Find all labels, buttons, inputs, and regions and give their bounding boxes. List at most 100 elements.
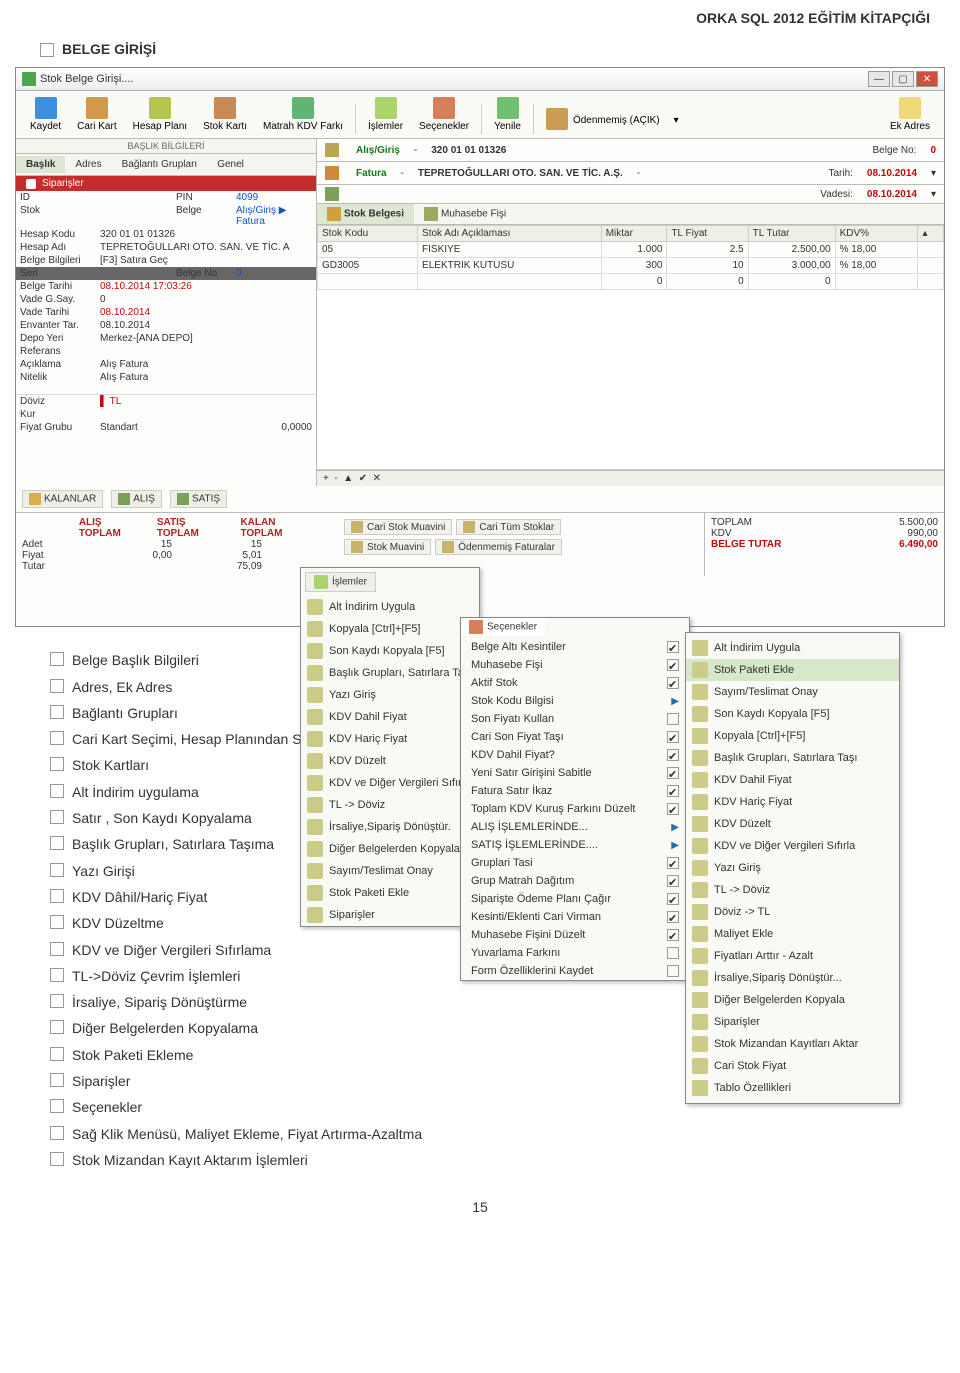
menu-item[interactable]: İrsaliye,Sipariş Dönüştür...	[686, 967, 899, 989]
menu-item[interactable]: Fiyatları Arttır - Azalt	[686, 945, 899, 967]
menu-item[interactable]: Grup Matrah Dağıtım✔	[461, 872, 689, 890]
table-row[interactable]: GD3005ELEKTRIK KUTUSU300103.000,00% 18,0…	[318, 258, 944, 274]
menu-item[interactable]: Döviz -> TL	[686, 901, 899, 923]
menu-item[interactable]: Başlık Grupları, Satırlara Taşı	[686, 747, 899, 769]
menu-item[interactable]: İrsaliye,Sipariş Dönüştür.	[301, 816, 479, 838]
col-header[interactable]: Stok Adı Açıklaması	[418, 226, 602, 242]
menu-item[interactable]: KDV ve Diğer Vergileri Sıfırla	[301, 772, 479, 794]
menu-item[interactable]: KDV Dahil Fiyat?✔	[461, 746, 689, 764]
menu-item[interactable]: Cari Son Fiyat Taşı✔	[461, 728, 689, 746]
grid-footer-controls[interactable]: + - ▲ ✔ ✕	[317, 470, 944, 486]
menu-item[interactable]: Stok Paketi Ekle	[686, 659, 899, 681]
sort-icon[interactable]: ▴	[918, 226, 944, 242]
bottom-tab-satis[interactable]: SATIŞ	[170, 490, 227, 508]
tb-islemler[interactable]: İşlemler	[360, 95, 411, 134]
tab-baslik[interactable]: Başlık	[16, 156, 65, 173]
menu-item[interactable]: Son Kaydı Kopyala [F5]	[686, 703, 899, 725]
tool-icon[interactable]	[325, 187, 339, 201]
menu-item[interactable]: Stok Paketi Ekle	[301, 882, 479, 904]
menu-item[interactable]: Cari Stok Fiyat	[686, 1055, 899, 1077]
menu-item[interactable]: Fatura Satır İkaz✔	[461, 782, 689, 800]
menu-item[interactable]: Form Özelliklerini Kaydet	[461, 962, 689, 980]
menu-item[interactable]: Muhasebe Fişini Düzelt✔	[461, 926, 689, 944]
menu-item[interactable]: Gruplari Tasi✔	[461, 854, 689, 872]
col-header[interactable]: TL Tutar	[748, 226, 835, 242]
menu-item[interactable]: KDV Hariç Fiyat	[301, 728, 479, 750]
menu-item[interactable]: Alt İndirim Uygula	[686, 637, 899, 659]
bottom-tab-alis[interactable]: ALIŞ	[111, 490, 162, 508]
col-header[interactable]: TL Fiyat	[667, 226, 748, 242]
menu-item[interactable]: Sayım/Teslimat Onay	[301, 860, 479, 882]
tb-odenmemis[interactable]: Ödenmemiş (AÇIK)▾	[538, 106, 687, 134]
bullet-box	[50, 1152, 64, 1166]
menu-item[interactable]: Alt İndirim Uygula	[301, 596, 479, 618]
menu-item[interactable]: KDV ve Diğer Vergileri Sıfırla	[686, 835, 899, 857]
tb-cari-kart[interactable]: Cari Kart	[69, 95, 124, 134]
minimize-button[interactable]: —	[868, 71, 890, 87]
menu-item[interactable]: Diğer Belgelerden Kopyala	[301, 838, 479, 860]
menu-icon	[692, 992, 708, 1008]
tab-stokbelgesi[interactable]: Stok Belgesi	[317, 204, 414, 224]
menu-item[interactable]: KDV Dahil Fiyat	[686, 769, 899, 791]
maximize-button[interactable]: ▢	[892, 71, 914, 87]
menu-item[interactable]: TL -> Döviz	[301, 794, 479, 816]
tb-yenile[interactable]: Yenile	[486, 95, 529, 134]
tb-secenekler[interactable]: Seçenekler	[411, 95, 477, 134]
tab-baglanti[interactable]: Bağlantı Grupları	[112, 156, 208, 173]
menu-item[interactable]: Başlık Grupları, Satırlara Taşı	[301, 662, 479, 684]
menu-item[interactable]: Kopyala [Ctrl]+[F5]	[686, 725, 899, 747]
menu-item[interactable]: Siparişler	[686, 1011, 899, 1033]
orders-bar[interactable]: Siparişler	[16, 176, 316, 191]
stock-table[interactable]: Stok KoduStok Adı AçıklamasıMiktarTL Fiy…	[317, 225, 944, 290]
tb-matrah-kdv[interactable]: Matrah KDV Farkı	[255, 95, 351, 134]
menu-item[interactable]: KDV Düzelt	[686, 813, 899, 835]
menu-item[interactable]: KDV Dahil Fiyat	[301, 706, 479, 728]
bullet-box	[50, 1020, 64, 1034]
tb-hesap-plani[interactable]: Hesap Planı	[125, 95, 195, 134]
menu-item[interactable]: Tablo Özellikleri	[686, 1077, 899, 1099]
action-chip[interactable]: Stok Muavini	[344, 539, 431, 555]
menu-islemler-button[interactable]: İşlemler	[305, 572, 376, 592]
menu-item[interactable]: Muhasebe Fişi✔	[461, 656, 689, 674]
table-row[interactable]: 05FISKIYE1.0002.52.500,00% 18,00	[318, 242, 944, 258]
menu-item[interactable]: Yeni Satır Girişini Sabitle✔	[461, 764, 689, 782]
menu-secenekler-button[interactable]: Seçenekler	[461, 618, 545, 636]
col-header[interactable]: Miktar	[601, 226, 667, 242]
table-row[interactable]: 000	[318, 274, 944, 290]
menu-item[interactable]: Diğer Belgelerden Kopyala	[686, 989, 899, 1011]
menu-item[interactable]: ALIŞ İŞLEMLERİNDE...▶	[461, 818, 689, 836]
menu-item[interactable]: Siparişte Ödeme Planı Çağır✔	[461, 890, 689, 908]
tab-muhasebefisi[interactable]: Muhasebe Fişi	[414, 204, 516, 224]
action-chip[interactable]: Ödenmemiş Faturalar	[435, 539, 562, 555]
menu-item[interactable]: Kopyala [Ctrl]+[F5]	[301, 618, 479, 640]
menu-item[interactable]: Sayım/Teslimat Onay	[686, 681, 899, 703]
menu-item[interactable]: Kesinti/Eklenti Cari Virman✔	[461, 908, 689, 926]
menu-item[interactable]: Stok Kodu Bilgisi▶	[461, 692, 689, 710]
menu-item[interactable]: Stok Mizandan Kayıtları Aktar	[686, 1033, 899, 1055]
col-header[interactable]: KDV%	[835, 226, 918, 242]
menu-item[interactable]: KDV Düzelt	[301, 750, 479, 772]
menu-item[interactable]: TL -> Döviz	[686, 879, 899, 901]
menu-item[interactable]: KDV Hariç Fiyat	[686, 791, 899, 813]
close-button[interactable]: ✕	[916, 71, 938, 87]
menu-item[interactable]: SATIŞ İŞLEMLERİNDE....▶	[461, 836, 689, 854]
tab-genel[interactable]: Genel	[207, 156, 254, 173]
tb-ek-adres[interactable]: Ek Adres	[882, 95, 938, 134]
menu-item[interactable]: Son Kaydı Kopyala [F5]	[301, 640, 479, 662]
action-chip[interactable]: Cari Tüm Stoklar	[456, 519, 561, 535]
menu-item[interactable]: Aktif Stok✔	[461, 674, 689, 692]
menu-item[interactable]: Son Fiyatı Kullan	[461, 710, 689, 728]
tab-adres[interactable]: Adres	[65, 156, 111, 173]
menu-item[interactable]: Belge Altı Kesintiler✔	[461, 638, 689, 656]
menu-item[interactable]: Yazı Giriş	[301, 684, 479, 706]
tb-stok-karti[interactable]: Stok Kartı	[195, 95, 255, 134]
action-chip[interactable]: Cari Stok Muavini	[344, 519, 452, 535]
menu-item[interactable]: Maliyet Ekle	[686, 923, 899, 945]
bottom-tab-kalanlar[interactable]: KALANLAR	[22, 490, 103, 508]
menu-item[interactable]: Toplam KDV Kuruş Farkını Düzelt✔	[461, 800, 689, 818]
menu-item[interactable]: Yuvarlama Farkını	[461, 944, 689, 962]
menu-item[interactable]: Yazı Giriş	[686, 857, 899, 879]
menu-item[interactable]: Siparişler	[301, 904, 479, 926]
tb-kaydet[interactable]: Kaydet	[22, 95, 69, 134]
col-header[interactable]: Stok Kodu	[318, 226, 418, 242]
